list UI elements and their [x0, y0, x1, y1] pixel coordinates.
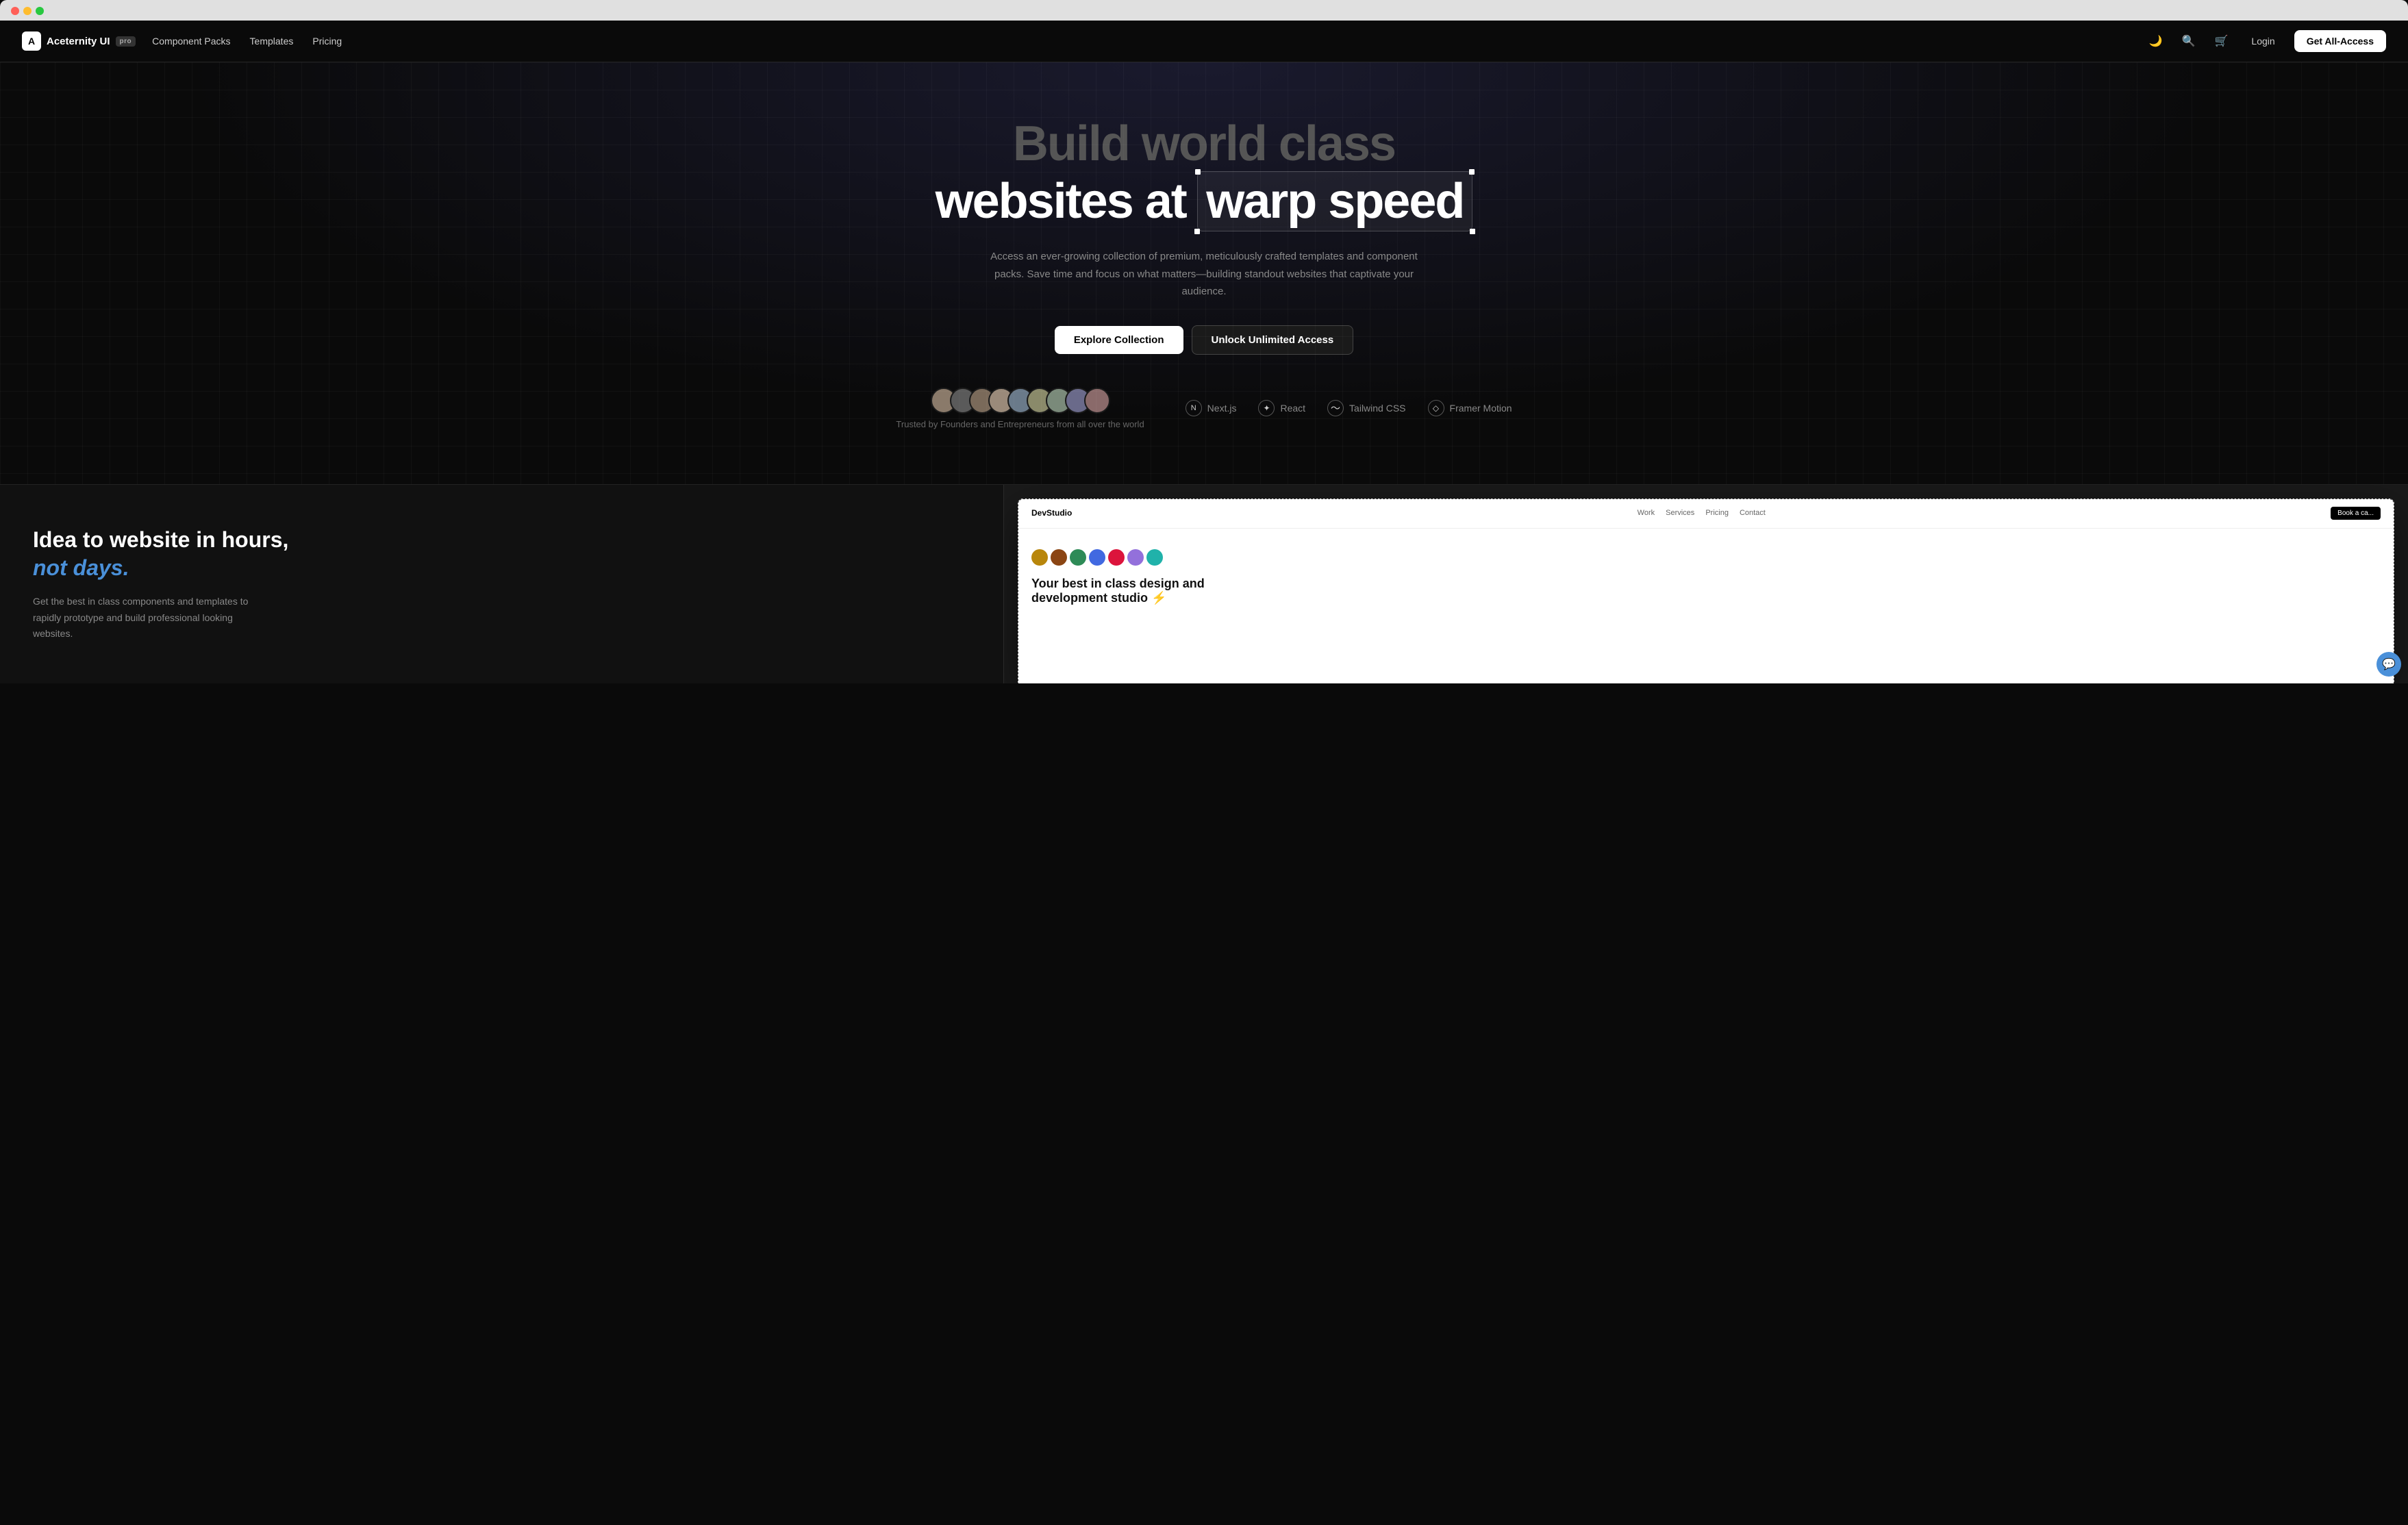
hero-title-highlight: warp speed: [1197, 171, 1472, 231]
framer-icon: ◇: [1428, 400, 1444, 416]
browser-controls: [11, 7, 2397, 21]
tech-nextjs: N Next.js: [1186, 400, 1237, 416]
nextjs-label: Next.js: [1207, 403, 1237, 414]
tailwind-label: Tailwind CSS: [1349, 403, 1405, 414]
tailwind-icon: 〜: [1327, 400, 1344, 416]
mock-nav-pricing: Pricing: [1705, 509, 1729, 517]
mock-content: Your best in class design and developmen…: [1018, 529, 2394, 620]
navbar-left: A Aceternity UI pro Component Packs Temp…: [22, 31, 342, 51]
explore-collection-button[interactable]: Explore Collection: [1055, 326, 1183, 354]
mock-nav-work: Work: [1638, 509, 1655, 517]
nav-templates[interactable]: Templates: [250, 36, 294, 47]
mock-heading-bold: design and: [1140, 577, 1205, 590]
login-button[interactable]: Login: [2243, 31, 2283, 51]
selection-corner-br: [1470, 229, 1475, 234]
mock-nav-links: Work Services Pricing Contact: [1638, 509, 1766, 517]
logo-icon: A: [22, 31, 41, 51]
mock-brand: DevStudio: [1031, 508, 1072, 518]
section-two-title: Idea to website in hours, not days.: [33, 526, 970, 583]
lightning-icon: ⚡: [1151, 591, 1166, 605]
mock-avatar-7: [1146, 549, 1163, 566]
mock-heading: Your best in class design and developmen…: [1031, 577, 2381, 606]
logo-text: Aceternity UI: [47, 36, 110, 47]
hero-buttons: Explore Collection Unlock Unlimited Acce…: [1055, 325, 1353, 355]
chat-bubble[interactable]: 💬: [2376, 652, 2401, 677]
avatars-group: [931, 388, 1110, 414]
tech-framer: ◇ Framer Motion: [1428, 400, 1512, 416]
mock-heading-line3: development studio: [1031, 591, 1148, 605]
mock-nav-services: Services: [1666, 509, 1694, 517]
mock-avatar-5: [1108, 549, 1125, 566]
mock-heading-line1: Your best in class: [1031, 577, 1136, 590]
unlock-access-button[interactable]: Unlock Unlimited Access: [1192, 325, 1354, 355]
hero-title-prefix: websites at: [936, 174, 1186, 229]
tech-tailwind: 〜 Tailwind CSS: [1327, 400, 1405, 416]
section-two-right: DevStudio Work Services Pricing Contact …: [1003, 485, 2408, 684]
social-proof: Trusted by Founders and Entrepreneurs fr…: [896, 388, 1512, 429]
mock-nav-contact: Contact: [1740, 509, 1766, 517]
search-icon[interactable]: 🔍: [2177, 30, 2199, 52]
minimize-button[interactable]: [23, 7, 32, 15]
mock-nav: DevStudio Work Services Pricing Contact …: [1018, 499, 2394, 529]
nextjs-icon: N: [1186, 400, 1202, 416]
dark-mode-icon[interactable]: 🌙: [2144, 30, 2166, 52]
selection-corner-bl: [1194, 229, 1200, 234]
hero-section: Build world class websites at warp speed…: [0, 62, 2408, 484]
nav-links: Component Packs Templates Pricing: [152, 36, 342, 47]
hero-title: Build world class websites at warp speed: [936, 117, 1473, 231]
react-label: React: [1280, 403, 1305, 414]
mock-avatar-2: [1051, 549, 1067, 566]
cart-icon[interactable]: 🛒: [2210, 30, 2232, 52]
mock-nav-cta: Book a ca...: [2331, 507, 2381, 520]
navbar: A Aceternity UI pro Component Packs Temp…: [0, 21, 2408, 62]
react-icon: ✦: [1258, 400, 1275, 416]
close-button[interactable]: [11, 7, 19, 15]
section-two-title-prefix: Idea to website in hours,: [33, 527, 288, 552]
hero-title-line2: websites at warp speed: [936, 171, 1473, 231]
section-two-description: Get the best in class components and tem…: [33, 594, 252, 642]
mock-browser: DevStudio Work Services Pricing Contact …: [1018, 499, 2394, 684]
section-two-title-highlight: not days.: [33, 555, 129, 580]
mock-avatar-6: [1127, 549, 1144, 566]
section-two: Idea to website in hours, not days. Get …: [0, 484, 2408, 684]
mock-avatars-row: [1031, 549, 2381, 566]
main-window: A Aceternity UI pro Component Packs Temp…: [0, 21, 2408, 683]
mock-avatar-4: [1089, 549, 1105, 566]
mock-avatar-3: [1070, 549, 1086, 566]
nav-component-packs[interactable]: Component Packs: [152, 36, 230, 47]
hero-subtitle: Access an ever-growing collection of pre…: [985, 248, 1423, 301]
mock-avatar-1: [1031, 549, 1048, 566]
trusted-text: Trusted by Founders and Entrepreneurs fr…: [896, 419, 1144, 429]
browser-chrome: [0, 0, 2408, 21]
tech-stack: N Next.js ✦ React 〜 Tailwind CSS ◇ Frame…: [1186, 400, 1512, 416]
logo-group[interactable]: A Aceternity UI pro: [22, 31, 136, 51]
avatars-and-trust: Trusted by Founders and Entrepreneurs fr…: [896, 388, 1144, 429]
nav-pricing[interactable]: Pricing: [312, 36, 342, 47]
section-two-left: Idea to website in hours, not days. Get …: [0, 485, 1003, 684]
framer-label: Framer Motion: [1450, 403, 1512, 414]
get-access-button[interactable]: Get All-Access: [2294, 30, 2386, 52]
tech-react: ✦ React: [1258, 400, 1305, 416]
avatar-9: [1084, 388, 1110, 414]
hero-title-line1: Build world class: [936, 117, 1473, 171]
navbar-right: 🌙 🔍 🛒 Login Get All-Access: [2144, 30, 2386, 52]
pro-badge: pro: [116, 36, 136, 47]
maximize-button[interactable]: [36, 7, 44, 15]
